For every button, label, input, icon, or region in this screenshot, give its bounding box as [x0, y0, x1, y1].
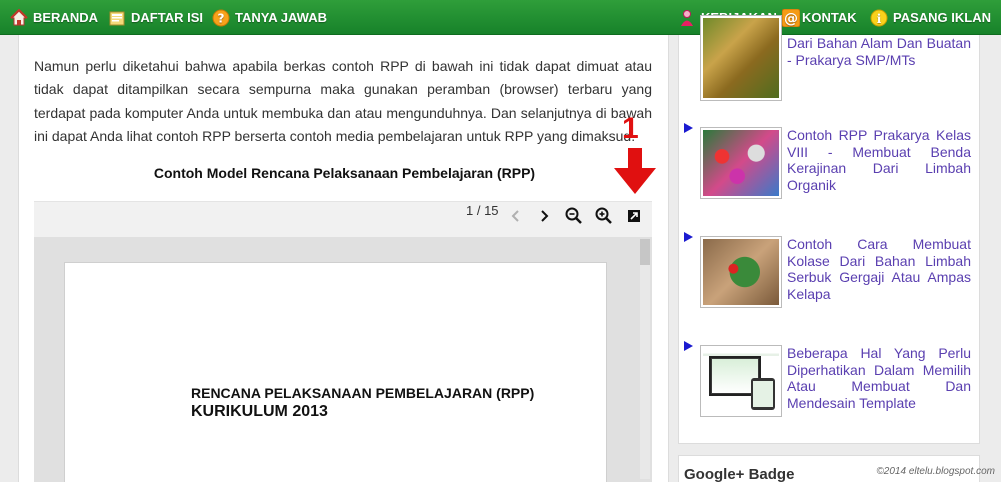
open-in-new-window-button[interactable] — [622, 204, 646, 228]
article-paragraph: Namun perlu diketahui bahwa apabila berk… — [34, 58, 652, 144]
popout-icon — [628, 210, 640, 222]
document-viewer-pane[interactable]: RENCANA PELAKSANAAN PEMBELAJARAN (RPP) K… — [34, 237, 652, 482]
post-link[interactable]: Contoh RPP Prakarya Kelas VIII - Membuat… — [787, 127, 971, 194]
viewer-scrollbar[interactable] — [640, 239, 650, 479]
chevron-left-icon — [511, 210, 519, 222]
copyright-watermark: ©2014 eltelu.blogspot.com — [876, 466, 995, 477]
zoom-in-icon — [595, 207, 612, 224]
scrollbar-thumb[interactable] — [640, 239, 650, 265]
nav-daftar-isi-label: DAFTAR ISI — [131, 10, 203, 25]
question-icon: ? — [212, 9, 230, 27]
bullet-arrow-icon — [684, 341, 693, 351]
sidebar-post-item: Dari Bahan Alam Dan Buatan - Prakarya SM… — [684, 15, 976, 101]
post-link[interactable]: Beberapa Hal Yang Perlu Diperhatikan Dal… — [787, 345, 971, 412]
document-page: RENCANA PELAKSANAAN PEMBELAJARAN (RPP) K… — [64, 262, 607, 482]
document-viewer-toolbar: 1 / 15 — [34, 201, 652, 237]
home-icon — [10, 8, 28, 27]
annotation-number: 1 — [622, 112, 639, 145]
sidebar-post-item: Contoh Cara Membuat Kolase Dari Bahan Li… — [684, 232, 976, 312]
sidebar: Dari Bahan Alam Dan Buatan - Prakarya SM… — [678, 15, 980, 444]
post-thumbnail[interactable] — [700, 15, 782, 101]
chevron-right-icon — [541, 210, 549, 222]
page-counter: 1 / 15 — [466, 203, 499, 218]
post-thumbnail[interactable] — [700, 127, 782, 199]
article-content: Namun perlu diketahui bahwa apabila berk… — [18, 35, 669, 482]
zoom-out-button[interactable] — [562, 204, 586, 228]
bullet-arrow-icon — [684, 123, 693, 133]
page-heading-kurikulum: KURIKULUM 2013 — [191, 403, 328, 420]
widget-title: Google+ Badge — [684, 466, 795, 482]
post-thumbnail[interactable] — [700, 236, 782, 308]
nav-home-label: BERANDA — [33, 10, 98, 25]
folder-icon — [108, 9, 126, 27]
nav-tanya-jawab-link[interactable]: ? TANYA JAWAB — [212, 0, 327, 35]
svg-text:?: ? — [218, 11, 225, 25]
post-link[interactable]: Contoh Cara Membuat Kolase Dari Bahan Li… — [787, 236, 971, 303]
bullet-arrow-icon — [684, 232, 693, 242]
page-heading-rpp: RENCANA PELAKSANAAN PEMBELAJARAN (RPP) — [191, 385, 535, 401]
previous-page-button[interactable] — [504, 204, 528, 228]
nav-home-link[interactable]: BERANDA — [10, 0, 98, 35]
next-page-button[interactable] — [532, 204, 556, 228]
sidebar-post-item: Contoh RPP Prakarya Kelas VIII - Membuat… — [684, 123, 976, 203]
sidebar-post-item: Beberapa Hal Yang Perlu Diperhatikan Dal… — [684, 341, 976, 421]
post-thumbnail[interactable] — [700, 345, 782, 417]
nav-tanya-jawab-label: TANYA JAWAB — [235, 10, 327, 25]
zoom-out-icon — [565, 207, 582, 224]
red-arrow-down-icon — [614, 148, 656, 194]
zoom-in-button[interactable] — [592, 204, 616, 228]
post-link[interactable]: Dari Bahan Alam Dan Buatan - Prakarya SM… — [787, 35, 971, 68]
document-title: Contoh Model Rencana Pelaksanaan Pembela… — [153, 165, 536, 181]
nav-daftar-isi-link[interactable]: DAFTAR ISI — [108, 0, 203, 35]
